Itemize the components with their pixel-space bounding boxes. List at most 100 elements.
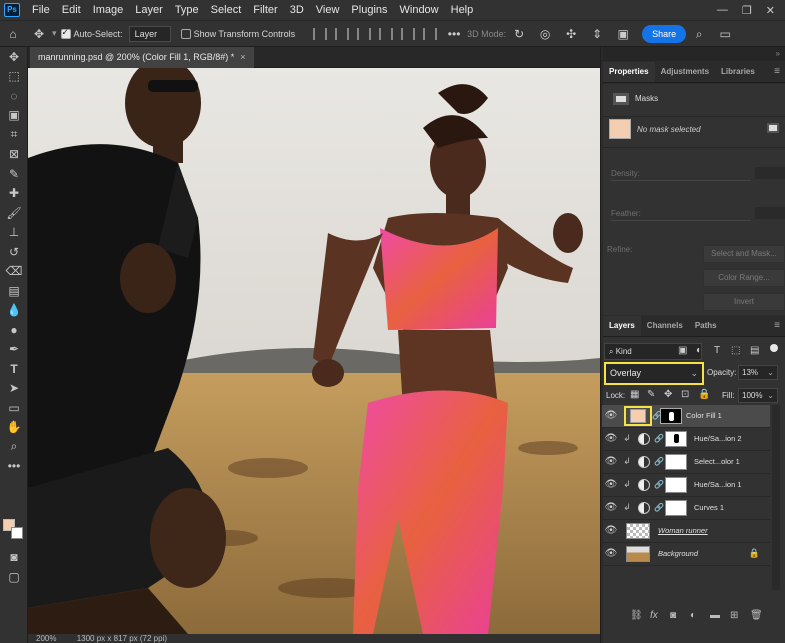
brush-tool-icon[interactable]: 🖌 xyxy=(0,203,28,223)
link-icon[interactable]: 🔗 xyxy=(654,503,664,512)
layer-row-selective-color[interactable]: 👁 ↲ 🔗 Select...olor 1 xyxy=(602,451,770,474)
color-range-button[interactable]: Color Range... xyxy=(703,269,785,287)
path-selection-tool-icon[interactable]: ➤ xyxy=(0,379,28,399)
align-bottom-icon[interactable] xyxy=(423,27,438,40)
blur-tool-icon[interactable]: 💧 xyxy=(0,301,28,321)
menu-select[interactable]: Select xyxy=(205,4,248,16)
3d-orbit-icon[interactable]: ↻ xyxy=(510,25,528,43)
move-tool-icon[interactable]: ✥ xyxy=(30,25,48,43)
type-tool-icon[interactable]: T xyxy=(0,359,28,379)
visibility-eye-icon[interactable]: 👁 xyxy=(602,433,620,444)
layer-style-icon[interactable]: fx xyxy=(650,610,658,621)
background-color-swatch[interactable] xyxy=(11,527,23,539)
link-icon[interactable]: 🔗 xyxy=(652,411,662,420)
visibility-eye-icon[interactable]: 👁 xyxy=(602,479,620,490)
lock-artboard-icon[interactable]: ⊡ xyxy=(681,389,689,400)
new-layer-icon[interactable]: ⊞ xyxy=(730,610,738,621)
density-field[interactable] xyxy=(755,167,785,179)
more-tools-icon[interactable]: ••• xyxy=(0,457,28,477)
search-icon[interactable]: ⌕ xyxy=(690,25,708,43)
clone-stamp-tool-icon[interactable]: ⊥ xyxy=(0,223,28,243)
photoshop-logo[interactable]: Ps xyxy=(4,3,20,17)
menu-layer[interactable]: Layer xyxy=(129,4,169,16)
filter-type-icon[interactable]: T xyxy=(714,345,720,356)
blend-mode-dropdown[interactable]: Overlay ⌄ xyxy=(604,362,704,385)
minimize-icon[interactable]: — xyxy=(717,4,728,17)
filter-shape-icon[interactable]: ⬚ xyxy=(731,345,740,356)
feather-slider[interactable] xyxy=(611,220,751,221)
select-and-mask-button[interactable]: Select and Mask... xyxy=(703,245,785,263)
frame-tool-icon[interactable]: ⊠ xyxy=(0,145,28,165)
history-brush-tool-icon[interactable]: ↺ xyxy=(0,242,28,262)
layer-mask-thumbnail[interactable] xyxy=(665,430,687,447)
3d-drag-icon[interactable]: ✣ xyxy=(562,25,580,43)
menu-view[interactable]: View xyxy=(310,4,346,16)
move-tool-icon[interactable]: ✥ xyxy=(0,47,28,67)
visibility-eye-icon[interactable]: 👁 xyxy=(602,410,620,421)
close-icon[interactable]: ✕ xyxy=(766,4,775,17)
add-mask-icon[interactable]: ◙ xyxy=(670,610,676,621)
fill-thumbnail-highlight[interactable] xyxy=(624,405,652,426)
layer-row-hue-sat-1[interactable]: 👁 ↲ 🔗 Hue/Sa...ion 1 xyxy=(602,474,770,497)
link-icon[interactable]: 🔗 xyxy=(654,457,664,466)
visibility-eye-icon[interactable]: 👁 xyxy=(602,525,620,536)
eyedropper-tool-icon[interactable]: ✎ xyxy=(0,164,28,184)
invert-button[interactable]: Invert xyxy=(703,293,785,311)
new-group-icon[interactable]: ▬ xyxy=(710,610,720,621)
marquee-tool-icon[interactable]: ⬚ xyxy=(0,67,28,87)
link-icon[interactable]: 🔗 xyxy=(654,434,664,443)
document-canvas[interactable] xyxy=(28,68,600,634)
transform-controls-checkbox[interactable] xyxy=(180,28,191,39)
align-right-icon[interactable] xyxy=(357,27,372,40)
feather-field[interactable] xyxy=(755,207,785,219)
healing-brush-tool-icon[interactable]: ✚ xyxy=(0,184,28,204)
layer-row-woman-runner[interactable]: 👁 Woman runner xyxy=(602,520,770,543)
auto-select-checkbox[interactable] xyxy=(60,27,71,39)
density-slider[interactable] xyxy=(611,180,751,181)
tab-properties[interactable]: Properties xyxy=(603,62,655,82)
tab-channels[interactable]: Channels xyxy=(641,316,689,336)
object-selection-tool-icon[interactable]: ▣ xyxy=(0,106,28,126)
hand-tool-icon[interactable]: ✋ xyxy=(0,418,28,438)
chevron-down-icon[interactable]: ▾ xyxy=(52,28,57,39)
lock-transparent-icon[interactable]: ▦ xyxy=(630,389,639,400)
layer-row-background[interactable]: 👁 Background 🔒 xyxy=(602,543,770,566)
filter-pixel-icon[interactable]: ▣ xyxy=(678,345,687,356)
delete-layer-icon[interactable]: 🗑 xyxy=(750,610,763,621)
rectangle-tool-icon[interactable]: ▭ xyxy=(0,398,28,418)
lasso-tool-icon[interactable]: ◌ xyxy=(0,86,28,106)
gradient-tool-icon[interactable]: ▤ xyxy=(0,281,28,301)
dodge-tool-icon[interactable]: ● xyxy=(0,320,28,340)
filter-adjustment-icon[interactable]: ◐ xyxy=(696,345,702,356)
tab-libraries[interactable]: Libraries xyxy=(715,62,761,82)
visibility-eye-icon[interactable]: 👁 xyxy=(602,502,620,513)
layer-mask-thumbnail[interactable] xyxy=(665,499,687,516)
eraser-tool-icon[interactable]: ⌫ xyxy=(0,262,28,282)
menu-plugins[interactable]: Plugins xyxy=(345,4,393,16)
fill-field[interactable]: 100% ⌄ xyxy=(738,388,778,403)
visibility-eye-icon[interactable]: 👁 xyxy=(602,456,620,467)
quick-mask-icon[interactable]: ◙ xyxy=(0,547,28,567)
filter-toggle-icon[interactable] xyxy=(770,344,778,352)
visibility-eye-icon[interactable]: 👁 xyxy=(602,548,620,559)
tab-layers[interactable]: Layers xyxy=(603,316,641,336)
tab-paths[interactable]: Paths xyxy=(689,316,723,336)
align-middle-icon[interactable] xyxy=(401,27,416,40)
dock-collapse-bar[interactable]: » xyxy=(603,47,785,61)
new-adjustment-layer-icon[interactable]: ◐ xyxy=(690,610,696,621)
layer-mask-thumbnail[interactable] xyxy=(665,453,687,470)
layer-row-hue-sat-2[interactable]: 👁 ↲ 🔗 Hue/Sa...ion 2 xyxy=(602,428,770,451)
3d-camera-icon[interactable]: ▣ xyxy=(614,25,632,43)
layers-scrollbar[interactable] xyxy=(772,405,780,590)
menu-file[interactable]: File xyxy=(26,4,56,16)
zoom-level[interactable]: 200% xyxy=(36,634,56,643)
fill-color-swatch[interactable] xyxy=(609,119,631,139)
share-button[interactable]: Share xyxy=(642,24,687,43)
layer-row-color-fill[interactable]: 👁 🔗 Color Fill 1 xyxy=(602,405,770,428)
tab-adjustments[interactable]: Adjustments xyxy=(655,62,715,82)
link-icon[interactable]: 🔗 xyxy=(654,480,664,489)
menu-image[interactable]: Image xyxy=(87,4,130,16)
menu-3d[interactable]: 3D xyxy=(284,4,310,16)
3d-roll-icon[interactable]: ◎ xyxy=(536,25,554,43)
crop-tool-icon[interactable]: ⌗ xyxy=(0,125,28,145)
